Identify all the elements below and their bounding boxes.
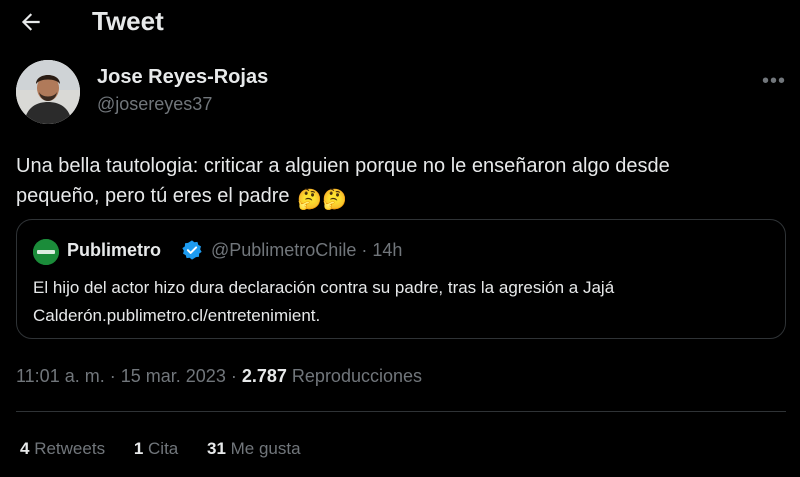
quoted-tweet-card[interactable]: Publimetro @PublimetroChile · 14h El hij… (16, 219, 786, 339)
thinking-face-emoji: 🤔🤔 (297, 189, 347, 211)
separator-dot: · (361, 240, 368, 260)
author-avatar[interactable] (16, 60, 80, 124)
quoted-handle: @PublimetroChile (211, 240, 357, 260)
quoted-text: El hijo del actor hizo dura declaración … (33, 278, 615, 325)
retweets-stat[interactable]: 4 Retweets (20, 439, 110, 458)
tweet-time[interactable]: 11:01 a. m. (16, 366, 105, 386)
tweet-meta: 11:01 a. m. · 15 mar. 2023 · 2.787 Repro… (16, 366, 422, 387)
likes-stat[interactable]: 31 Me gusta (207, 439, 301, 458)
views-count: 2.787 (241, 366, 287, 386)
separator-dot: · (230, 366, 237, 386)
publimetro-logo-icon (33, 239, 59, 265)
quotes-stat[interactable]: 1 Cita (134, 439, 183, 458)
retweets-count: 4 (20, 439, 30, 458)
tweet-date[interactable]: 15 mar. 2023 (121, 366, 226, 386)
quoted-author-name: Publimetro (67, 240, 162, 260)
separator-dot: · (109, 366, 116, 386)
page-title: Tweet (92, 6, 164, 36)
more-options-icon[interactable]: ••• (762, 70, 786, 93)
arrow-left-icon[interactable] (18, 9, 44, 35)
likes-label: Me gusta (230, 439, 301, 458)
top-bar: Tweet (0, 0, 800, 44)
engagement-stats: 4 Retweets 1 Cita 31 Me gusta (20, 439, 325, 459)
tweet-text: Una bella tautologia: criticar a alguien… (16, 151, 756, 215)
author-handle[interactable]: @josereyes37 (97, 94, 212, 115)
verified-badge-icon (182, 240, 202, 260)
author-name[interactable]: Jose Reyes-Rojas (97, 66, 268, 89)
retweets-label: Retweets (34, 439, 106, 458)
quotes-label: Cita (148, 439, 179, 458)
quoted-meta: @PublimetroChile · 14h (211, 240, 402, 261)
likes-count: 31 (206, 439, 226, 458)
views-label: Reproducciones (291, 366, 422, 386)
quotes-count: 1 (133, 439, 144, 458)
divider (16, 411, 786, 412)
quoted-time: 14h (372, 240, 403, 260)
avatar-photo (16, 60, 80, 124)
